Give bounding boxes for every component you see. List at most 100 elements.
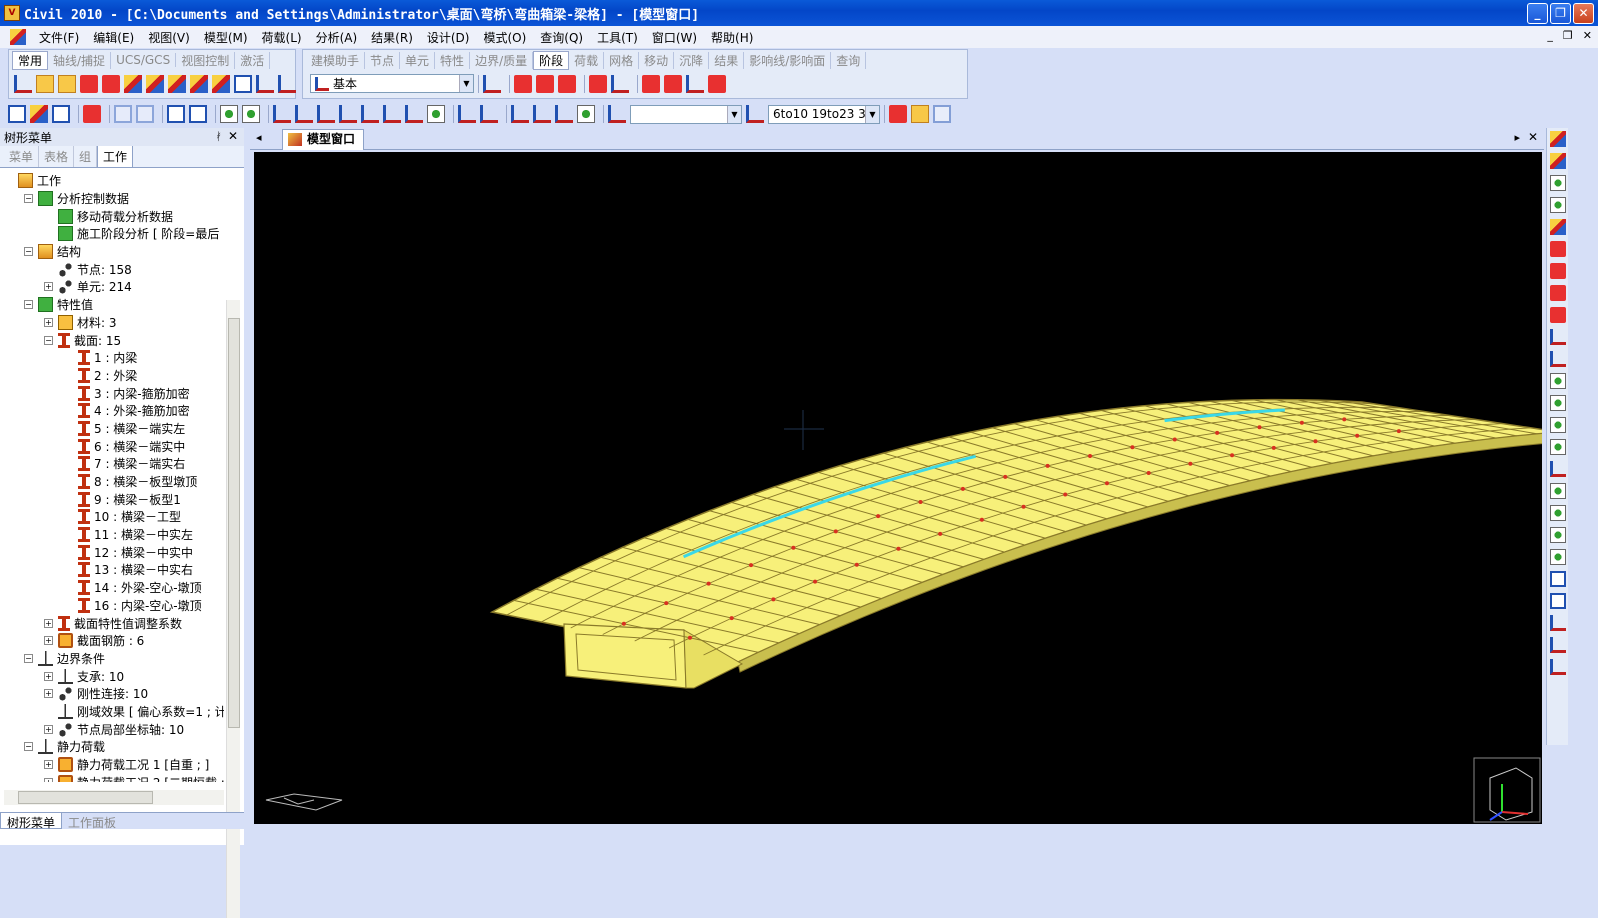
tab-element[interactable]: 单元 <box>400 51 436 69</box>
tree-item[interactable]: + 材料: 3 <box>4 314 224 332</box>
hand-icon[interactable] <box>555 105 573 123</box>
shrink-icon[interactable] <box>168 75 186 93</box>
camber-icon[interactable] <box>558 74 576 93</box>
tree-item[interactable]: − 结构 <box>4 243 224 261</box>
menu-view[interactable]: 视图(V) <box>141 29 197 46</box>
scrollbar-thumb[interactable] <box>18 791 153 804</box>
grid-snap-icon[interactable] <box>58 75 76 93</box>
print-preview-icon[interactable] <box>189 105 207 123</box>
unlock-icon[interactable] <box>933 105 951 123</box>
tree-item[interactable]: 13 : 横梁－中实右 <box>4 561 224 579</box>
civil-app-icon[interactable]: V <box>4 5 20 21</box>
expand-icon[interactable]: + <box>44 777 53 782</box>
tree-item[interactable]: − 边界条件 <box>4 649 224 668</box>
mdi-minimize-button[interactable]: _ <box>1547 29 1553 42</box>
expand-icon[interactable]: + <box>44 317 53 327</box>
angle-view-icon[interactable] <box>1550 461 1566 477</box>
menu-query[interactable]: 查询(Q) <box>533 29 590 46</box>
select-icon[interactable] <box>220 105 238 123</box>
support-icon[interactable] <box>686 74 704 93</box>
collapse-icon[interactable]: − <box>24 742 33 752</box>
tree-item[interactable]: 工作 <box>4 172 224 190</box>
expand-icon[interactable]: + <box>44 282 53 292</box>
tab-node[interactable]: 节点 <box>365 51 401 69</box>
inactivate-icon[interactable] <box>480 105 498 123</box>
collapse-icon[interactable]: − <box>24 300 33 310</box>
expand-icon[interactable]: + <box>44 724 53 734</box>
pan-right-icon[interactable] <box>1550 263 1566 279</box>
panel-close-icon[interactable]: ✕ <box>228 129 238 143</box>
zoom-window-icon[interactable] <box>1550 153 1566 169</box>
ucs-icon[interactable] <box>1550 351 1566 367</box>
tab-stage[interactable]: 阶段 <box>533 50 570 70</box>
pan-icon[interactable] <box>511 105 529 123</box>
expand-icon[interactable]: + <box>44 689 53 699</box>
prestress-icon[interactable] <box>536 74 554 93</box>
iso-view-icon[interactable] <box>1550 373 1566 389</box>
tree-item[interactable]: 10 : 横梁－工型 <box>4 508 224 526</box>
snap-node-icon[interactable] <box>14 75 32 93</box>
tab-activate[interactable]: 激活 <box>235 51 271 69</box>
polygon-select-icon[interactable] <box>273 105 291 123</box>
new-file-icon[interactable] <box>8 105 26 123</box>
document-icon[interactable] <box>10 29 26 45</box>
delete-icon[interactable] <box>83 105 101 123</box>
tree-item[interactable]: 9 : 横梁－板型1 <box>4 490 224 508</box>
tab-moving[interactable]: 移动 <box>639 51 675 69</box>
select-element-icon[interactable] <box>80 75 98 93</box>
tab-scroll-right-icon[interactable]: ▸ <box>1514 131 1520 144</box>
document-close-icon[interactable]: ✕ <box>1528 130 1538 144</box>
lock-icon[interactable] <box>911 105 929 123</box>
orbit-icon[interactable] <box>577 105 595 123</box>
axis-triad-icon[interactable] <box>1473 757 1541 823</box>
element-identify-icon[interactable] <box>746 105 764 123</box>
window-select-icon[interactable] <box>242 105 260 123</box>
zoom-out-icon[interactable] <box>1550 197 1566 213</box>
tab-view-control[interactable]: 视图控制 <box>176 51 236 69</box>
expand-icon[interactable]: + <box>44 760 53 770</box>
tab-works[interactable]: 工作 <box>97 145 134 167</box>
tab-property[interactable]: 特性 <box>435 51 471 69</box>
group-filter-combo[interactable]: ▼ <box>630 104 742 124</box>
rotate-reset-icon[interactable] <box>1550 549 1566 565</box>
rotate-icon[interactable] <box>533 105 551 123</box>
volume-select-icon[interactable] <box>361 105 379 123</box>
tab-model-window[interactable]: 模型窗口 <box>282 129 365 150</box>
tab-load[interactable]: 荷载 <box>569 51 605 69</box>
expand-icon[interactable]: + <box>44 618 53 628</box>
tree-item[interactable]: 3 : 内梁-箍筋加密 <box>4 384 224 402</box>
tree-item[interactable]: − 分析控制数据 <box>4 190 224 208</box>
save-icon[interactable] <box>52 105 70 123</box>
chevron-down-icon[interactable]: ▼ <box>727 105 741 123</box>
tree-item[interactable]: + 节点局部坐标轴: 10 <box>4 720 224 738</box>
tab-modeling-wizard[interactable]: 建模助手 <box>306 51 366 69</box>
tree-item[interactable]: 11 : 横梁－中实左 <box>4 526 224 544</box>
open-folder-icon[interactable] <box>30 105 48 123</box>
menu-file[interactable]: 文件(F) <box>32 29 86 46</box>
plane-select-icon[interactable] <box>317 105 335 123</box>
expand-icon[interactable]: + <box>44 636 53 646</box>
time-load-icon[interactable] <box>589 74 607 93</box>
tree-item[interactable]: + 支承: 10 <box>4 667 224 685</box>
tree-item[interactable]: − 特性值 <box>4 296 224 314</box>
tree-item[interactable]: 12 : 横梁－中实中 <box>4 543 224 561</box>
collapse-icon[interactable]: − <box>44 335 53 345</box>
tree-item[interactable]: 施工阶段分析 [ 阶段=最后 ; <box>4 225 224 243</box>
menu-help[interactable]: 帮助(H) <box>704 29 760 46</box>
dynamic-zoom-icon[interactable] <box>1550 615 1566 631</box>
unselect-icon[interactable] <box>383 105 401 123</box>
tab-query[interactable]: 查询 <box>831 51 867 69</box>
grid-icon[interactable] <box>278 75 296 93</box>
tree-item[interactable]: 节点: 158 <box>4 260 224 278</box>
menu-load[interactable]: 荷载(L) <box>255 29 309 46</box>
pan-up-icon[interactable] <box>1550 285 1566 301</box>
menu-analysis[interactable]: 分析(A) <box>309 29 365 46</box>
bridge-model-canvas[interactable] <box>254 152 1542 824</box>
rotate-x-icon[interactable] <box>1550 483 1566 499</box>
top-view-icon[interactable] <box>1550 395 1566 411</box>
element-number-icon[interactable] <box>146 75 164 93</box>
rotate-y-icon[interactable] <box>1550 505 1566 521</box>
tree-item[interactable]: + 截面钢筋 : 6 <box>4 632 224 650</box>
menu-design[interactable]: 设计(D) <box>420 29 477 46</box>
zoom-in-icon[interactable] <box>1550 175 1566 191</box>
